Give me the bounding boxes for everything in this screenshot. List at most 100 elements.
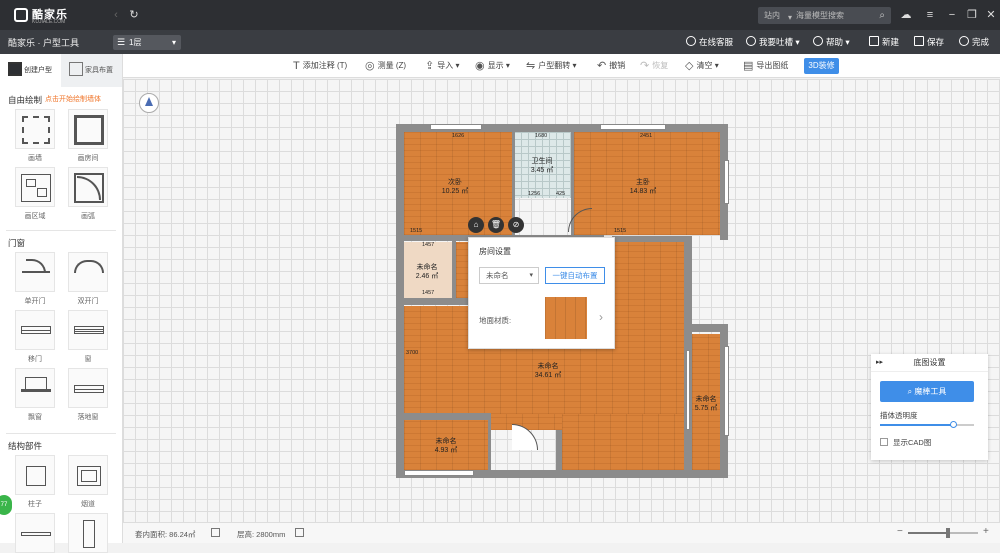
slider-knob[interactable]: [950, 421, 958, 428]
close-icon[interactable]: ✕: [983, 8, 999, 22]
auto-layout-button[interactable]: 一键自动布置: [545, 267, 605, 284]
wall[interactable]: [452, 241, 456, 299]
redo-tool[interactable]: ↷ 恢复: [640, 60, 668, 72]
divider: [6, 433, 116, 434]
bay-window-item[interactable]: 飘窗: [15, 368, 55, 422]
import-tool[interactable]: ⇪ 导入 ▾: [425, 60, 459, 72]
edit-icon[interactable]: [295, 528, 304, 537]
dimension-label: 1626: [452, 133, 465, 139]
menu-icon[interactable]: ≡: [922, 8, 938, 22]
wall[interactable]: [684, 236, 692, 328]
floor-material-swatch[interactable]: [545, 297, 587, 339]
save-button[interactable]: 保存: [914, 35, 944, 49]
tab-furniture[interactable]: 家具布置: [61, 54, 122, 87]
dimension-label: 1457: [422, 290, 435, 296]
search-scope[interactable]: 站内: [764, 11, 780, 20]
search-input[interactable]: 海量模型搜索: [796, 7, 844, 24]
show-cad-checkbox[interactable]: 显示CAD图: [880, 437, 931, 448]
edit-icon[interactable]: [211, 528, 220, 537]
dimension-label: 3700: [406, 350, 419, 356]
wall[interactable]: [556, 430, 562, 470]
export-tool[interactable]: ▤ 导出图纸: [743, 60, 788, 72]
double-door-item[interactable]: 双开门: [68, 252, 108, 306]
zoom-out-icon[interactable]: −: [897, 526, 903, 537]
chevron-down-icon: ▾: [529, 272, 533, 279]
clear-tool[interactable]: ◇ 清空 ▾: [685, 60, 719, 72]
floor-material-label: 地面材质:: [479, 316, 512, 325]
zoom-knob[interactable]: [945, 528, 950, 538]
single-door-item[interactable]: 单开门: [15, 252, 55, 306]
measure-icon: ◎: [365, 60, 375, 72]
window[interactable]: [430, 124, 482, 130]
height-readout: 层高: 2800mm: [237, 530, 286, 539]
pillar-item[interactable]: 柱子: [15, 455, 55, 509]
add-annotation-tool[interactable]: T 添加注释 (T): [293, 60, 347, 72]
floor-window-item[interactable]: 落地窗: [68, 368, 108, 422]
flip-tool[interactable]: ⇋ 户型翻转 ▾: [526, 60, 576, 72]
draw-wall-item[interactable]: 画墙: [15, 109, 55, 163]
layers-icon: ☰: [117, 37, 126, 47]
dimension-label: 1256: [528, 191, 541, 197]
window[interactable]: [686, 350, 690, 430]
help-button[interactable]: 帮助 ▾: [813, 35, 850, 49]
wall[interactable]: [488, 413, 491, 471]
double-door-icon: [68, 252, 108, 292]
beam-item[interactable]: [15, 513, 55, 553]
draw-room-item[interactable]: 画房间: [68, 109, 108, 163]
draw-arc-item[interactable]: 画弧: [68, 167, 108, 221]
window-item[interactable]: 窗: [68, 310, 108, 364]
wall[interactable]: [404, 413, 490, 420]
search-box[interactable]: 站内 ▾ 海量模型搜索 ⌕: [758, 7, 891, 24]
sliding-door-icon: [15, 310, 55, 350]
tab-create-floorplan[interactable]: 创建户型: [0, 54, 61, 87]
assistant-badge[interactable]: 77: [0, 495, 12, 515]
minimize-icon[interactable]: −: [944, 8, 960, 22]
search-scope-chevron-icon: ▾: [788, 13, 793, 22]
room-living-bottom[interactable]: [562, 414, 684, 470]
restore-icon[interactable]: ❐: [964, 8, 980, 22]
export-icon: ▤: [743, 60, 754, 72]
refresh-icon[interactable]: ↻: [126, 8, 142, 22]
window[interactable]: [404, 470, 474, 476]
new-button[interactable]: 新建: [869, 35, 899, 49]
room-name-select[interactable]: 未命名 ▾: [479, 267, 539, 284]
wall[interactable]: [396, 124, 404, 478]
measure-tool[interactable]: ◎ 测量 (Z): [365, 60, 406, 72]
undo-tool[interactable]: ↶ 撤销: [597, 60, 625, 72]
flue-item[interactable]: 烟道: [68, 455, 108, 509]
window[interactable]: [600, 124, 666, 130]
room-label: 主卧 14.83 ㎡: [629, 179, 657, 195]
online-service-button[interactable]: 在线客服: [686, 35, 733, 49]
column-item[interactable]: [68, 513, 108, 553]
hide-icon[interactable]: ⊘: [508, 217, 524, 233]
finish-button[interactable]: 完成: [959, 35, 989, 49]
transparency-slider[interactable]: [880, 421, 974, 428]
wall[interactable]: [404, 298, 468, 305]
compass-icon[interactable]: [139, 93, 159, 113]
cloud-icon[interactable]: ☁: [898, 8, 914, 22]
delete-icon[interactable]: 🗑: [488, 217, 504, 233]
sliding-door-item[interactable]: 移门: [15, 310, 55, 364]
floor-select[interactable]: ☰ 1层 ▾: [113, 35, 181, 50]
dimension-label: 1515: [614, 228, 627, 234]
display-tool[interactable]: ◉ 显示 ▾: [475, 60, 510, 72]
magic-wand-button[interactable]: ⌕ 魔棒工具: [880, 381, 974, 402]
free-draw-title: 自由绘制: [8, 95, 43, 105]
search-icon[interactable]: ⌕: [879, 7, 885, 24]
draw-room-icon: [68, 109, 108, 149]
zoom-in-icon[interactable]: +: [983, 526, 989, 537]
doors-title: 门窗: [8, 238, 26, 248]
draw-area-item[interactable]: 画区域: [15, 167, 55, 221]
room-label: 未命名 34.61 ㎡: [534, 363, 562, 379]
chevron-right-icon[interactable]: ›: [599, 310, 603, 324]
window[interactable]: [724, 160, 729, 204]
window[interactable]: [724, 346, 729, 436]
furniture-icon[interactable]: ⌂: [468, 217, 484, 233]
checkbox-icon: [880, 438, 888, 446]
collapse-icon[interactable]: ▸▸: [876, 354, 883, 372]
slider-fill: [880, 424, 954, 426]
feedback-button[interactable]: 我要吐槽 ▾: [746, 35, 800, 49]
3d-decorate-button[interactable]: 3D装修: [804, 58, 839, 74]
zoom-slider[interactable]: [908, 528, 978, 538]
back-icon[interactable]: ‹: [108, 8, 124, 22]
